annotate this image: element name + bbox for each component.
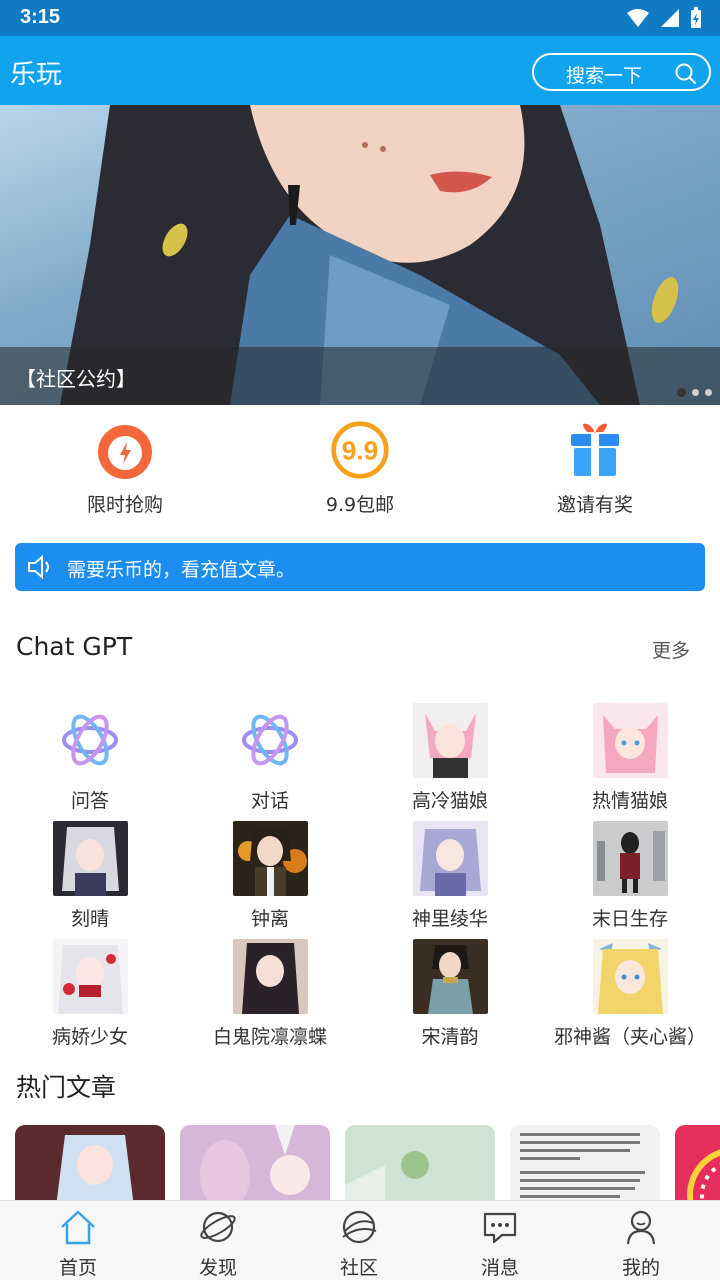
gift-icon xyxy=(571,423,619,476)
app-header: 乐玩 搜索一下 xyxy=(0,36,720,105)
bot-label: 刻晴 xyxy=(70,908,109,930)
avatar xyxy=(412,939,488,1014)
more-link[interactable]: 更多 xyxy=(652,636,690,663)
chat-bubble-icon xyxy=(483,1212,517,1244)
article-list xyxy=(15,1125,720,1205)
bot-item-qa[interactable]: 问答 xyxy=(0,703,180,813)
article-thumbnail xyxy=(510,1125,660,1205)
bot-item-zhongli[interactable]: 钟离 xyxy=(180,821,360,931)
article-thumbnail xyxy=(15,1125,165,1205)
avatar xyxy=(412,703,488,778)
bot-item-keqing[interactable]: 刻晴 xyxy=(0,821,180,931)
carousel-dot-2 xyxy=(692,389,699,396)
avatar xyxy=(592,821,668,896)
bot-item-ririchiyo[interactable]: 白鬼院凛凛蝶 xyxy=(180,939,360,1049)
nav-item-home[interactable]: 首页 xyxy=(6,1207,150,1280)
battery-icon xyxy=(691,7,701,28)
user-icon xyxy=(626,1210,656,1245)
speaker-icon xyxy=(28,555,49,579)
bot-item-warm-catgirl[interactable]: 热情猫娘 xyxy=(540,703,720,813)
carousel-indicator xyxy=(677,388,712,397)
article-card[interactable] xyxy=(15,1125,165,1205)
bot-label: 邪神酱（夹心酱） xyxy=(553,1026,706,1048)
planet-icon xyxy=(200,1211,236,1243)
quick-action-label: 限时抢购 xyxy=(86,494,163,516)
article-thumbnail xyxy=(675,1125,720,1205)
bot-item-ayaka[interactable]: 神里绫华 xyxy=(360,821,540,931)
bot-label: 白鬼院凛凛蝶 xyxy=(212,1026,327,1048)
bot-item-jashin-chan[interactable]: 邪神酱（夹心酱） xyxy=(540,939,720,1049)
nav-label: 发现 xyxy=(198,1257,237,1279)
signal-icon xyxy=(661,9,679,27)
nav-label: 消息 xyxy=(480,1257,519,1279)
article-thumbnail xyxy=(180,1125,330,1205)
search-icon xyxy=(675,63,697,85)
nav-label: 首页 xyxy=(58,1257,97,1279)
avatar xyxy=(592,939,668,1014)
nav-label: 社区 xyxy=(339,1257,378,1279)
nav-item-discover[interactable]: 发现 xyxy=(146,1207,290,1280)
globe-icon xyxy=(342,1210,377,1244)
banner-carousel[interactable]: 【社区公约】 xyxy=(0,105,720,405)
banner-caption: 【社区公约】 xyxy=(16,367,136,391)
quick-action-label: 9.9包邮 xyxy=(325,494,395,516)
search-placeholder: 搜索一下 xyxy=(566,65,643,87)
openai-logo-icon xyxy=(241,714,298,766)
article-card[interactable] xyxy=(510,1125,660,1205)
status-bar: 3:15 xyxy=(0,0,720,36)
bottom-nav: 首页 发现 社区 消息 我的 xyxy=(0,1200,720,1280)
bot-item-song-qingyun[interactable]: 宋清韵 xyxy=(360,939,540,1049)
avatar xyxy=(52,939,128,1014)
article-card[interactable] xyxy=(345,1125,495,1205)
bot-label: 宋清韵 xyxy=(421,1026,479,1048)
svg-text:9.9: 9.9 xyxy=(342,435,379,465)
avatar xyxy=(52,821,128,896)
bot-item-chat[interactable]: 对话 xyxy=(180,703,360,813)
avatar xyxy=(592,703,668,778)
carousel-dot-1 xyxy=(677,388,686,397)
section-title-hot-articles: 热门文章 xyxy=(16,1073,117,1102)
bot-item-doomsday[interactable]: 末日生存 xyxy=(540,821,720,931)
bot-label: 钟离 xyxy=(250,908,289,930)
notice-bar[interactable]: 需要乐币的，看充值文章。 xyxy=(15,543,705,591)
article-card[interactable] xyxy=(180,1125,330,1205)
quick-action-free-shipping[interactable]: 9.9 9.9包邮 xyxy=(270,420,450,517)
home-icon xyxy=(61,1210,95,1245)
search-box[interactable]: 搜索一下 xyxy=(532,53,711,91)
bot-label: 高冷猫娘 xyxy=(411,790,488,812)
bot-label: 末日生存 xyxy=(591,908,668,930)
nav-item-messages[interactable]: 消息 xyxy=(428,1207,572,1280)
quick-action-invite[interactable]: 邀请有奖 xyxy=(505,420,685,517)
bot-label: 问答 xyxy=(70,790,109,812)
article-card[interactable] xyxy=(675,1125,720,1205)
wifi-icon xyxy=(627,9,649,27)
carousel-dot-3 xyxy=(705,389,712,396)
bot-item-cold-catgirl[interactable]: 高冷猫娘 xyxy=(360,703,540,813)
avatar xyxy=(232,939,308,1014)
section-title-chatgpt: Chat GPT xyxy=(16,632,133,661)
avatar xyxy=(232,821,308,896)
article-thumbnail xyxy=(345,1125,495,1205)
quick-actions: 限时抢购 9.9 9.9包邮 邀请有奖 xyxy=(0,420,720,520)
status-icons xyxy=(626,7,702,29)
nav-label: 我的 xyxy=(621,1257,660,1279)
avatar xyxy=(412,821,488,896)
banner-caption-bar: 【社区公约】 xyxy=(0,347,720,405)
nav-item-profile[interactable]: 我的 xyxy=(569,1207,713,1280)
bot-label: 热情猫娘 xyxy=(591,790,668,812)
quick-action-label: 邀请有奖 xyxy=(556,494,633,516)
openai-logo-icon xyxy=(61,714,118,766)
quick-action-flash-sale[interactable]: 限时抢购 xyxy=(35,420,215,517)
app-title: 乐玩 xyxy=(10,60,63,90)
bot-item-yandere[interactable]: 病娇少女 xyxy=(0,939,180,1049)
status-time: 3:15 xyxy=(20,6,61,28)
alarm-clock-icon xyxy=(98,425,152,479)
bot-label: 对话 xyxy=(250,790,289,812)
notice-text: 需要乐币的，看充值文章。 xyxy=(67,559,296,581)
bot-label: 病娇少女 xyxy=(51,1026,128,1048)
bot-label: 神里绫华 xyxy=(411,908,488,930)
nav-item-community[interactable]: 社区 xyxy=(287,1207,431,1280)
nine-nine-badge-icon: 9.9 xyxy=(331,421,389,479)
